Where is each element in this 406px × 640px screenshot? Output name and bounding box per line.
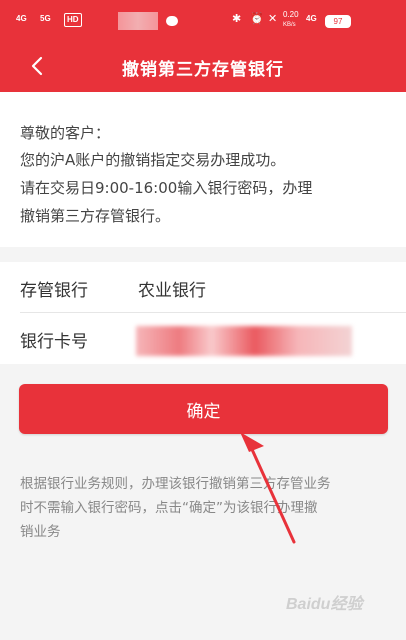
notice-greeting: 尊敬的客户：	[20, 124, 111, 142]
footnote-line-1: 根据银行业务规则，办理该银行撤销第三方存管业务	[20, 476, 331, 492]
bank-value: 农业银行	[138, 281, 206, 301]
page-title: 撤销第三方存管银行	[122, 60, 284, 80]
status-bar: 4G 5G HD ✱ ⏰ ✕ 0.20 KB/s 4G 97	[0, 0, 406, 40]
redacted-region	[118, 12, 158, 30]
alarm-icon: ⏰	[250, 13, 264, 25]
bank-label: 存管银行	[20, 281, 88, 301]
notice-line-success: 您的沪A账户的撤销指定交易办理成功。	[20, 151, 286, 169]
card-label: 银行卡号	[20, 332, 88, 352]
watermark-logo: Baidu经验	[286, 596, 363, 613]
battery-icon: 97	[325, 15, 351, 28]
network-4g-label: 4G	[16, 14, 27, 23]
mute-icon: ✕	[268, 13, 278, 25]
notice-line-instruction: 请在交易日9:00-16:00输入银行密码，办理	[20, 179, 313, 197]
notice-line-instruction-cont: 撤销第三方存管银行。	[20, 207, 171, 225]
battery-level: 97	[333, 17, 343, 26]
hd-badge: HD	[64, 13, 82, 27]
footnote: 根据银行业务规则，办理该银行撤销第三方存管业务 时不需输入银行密码，点击“确定”…	[20, 472, 386, 544]
footnote-line-2: 时不需输入银行密码，点击“确定”为该银行办理撤	[20, 500, 318, 516]
bank-info-panel: 存管银行 农业银行 银行卡号	[0, 262, 406, 364]
network-5g-label: 5G	[40, 14, 51, 23]
confirm-button[interactable]: 确定	[19, 384, 388, 434]
chat-icon	[166, 16, 178, 26]
bank-row: 存管银行 农业银行	[0, 262, 406, 312]
notice-panel: 尊敬的客户： 您的沪A账户的撤销指定交易办理成功。 请在交易日9:00-16:0…	[0, 92, 406, 247]
footnote-line-3: 销业务	[20, 524, 61, 540]
nav-bar: 撤销第三方存管银行	[0, 40, 406, 92]
network-speed-unit: KB/s	[283, 22, 296, 28]
network-4g-label-2: 4G	[306, 14, 317, 23]
redacted-card-number	[136, 326, 352, 356]
bluetooth-icon: ✱	[232, 13, 242, 25]
